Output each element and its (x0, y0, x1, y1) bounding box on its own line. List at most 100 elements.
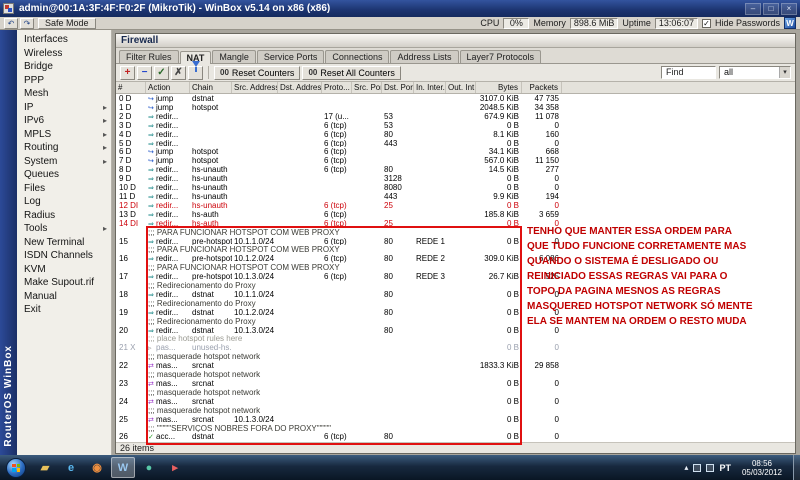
filter-dropdown[interactable]: all ▾ (719, 66, 791, 79)
undo-icon[interactable]: ↶ (4, 17, 18, 29)
comment-row[interactable]: ;;; masquerade hotspot network (116, 352, 795, 361)
nat-rule-row[interactable]: 4 D ⇒ redir... 6 (tcp) 80 8.1 KiB 160 (116, 130, 795, 139)
find-button[interactable]: Find (661, 66, 716, 79)
chevron-down-icon[interactable]: ▾ (779, 67, 790, 78)
column-header-action[interactable]: Action (146, 82, 190, 93)
sidebar-item-exit[interactable]: Exit (17, 303, 111, 317)
start-button[interactable] (6, 457, 26, 478)
safe-mode-button[interactable]: Safe Mode (38, 17, 96, 29)
sidebar-item-make-supout-rif[interactable]: Make Supout.rif (17, 276, 111, 290)
firewall-window-title[interactable]: Firewall (116, 34, 795, 48)
comment-row[interactable]: ;;; masquerade hotspot network (116, 370, 795, 379)
sidebar-item-isdn-channels[interactable]: ISDN Channels (17, 249, 111, 263)
sidebar-item-interfaces[interactable]: Interfaces (17, 33, 111, 47)
nat-rule-row[interactable]: 12 DI ⇒ redir... hs-unauth 6 (tcp) 25 0 B0 (116, 201, 795, 210)
column-header-out-int[interactable]: Out. Int... (446, 82, 476, 93)
nat-rule-row[interactable]: 11 D ⇒ redir... hs-unauth 443 9.9 KiB 194 (116, 192, 795, 201)
nat-rule-row[interactable]: 8 D ⇒ redir... hs-unauth 6 (tcp) 80 14.5 KiB 27… (116, 165, 795, 174)
enable-rule-button[interactable]: ✓ (154, 65, 169, 80)
redo-icon[interactable]: ↷ (20, 17, 34, 29)
sidebar-item-mesh[interactable]: Mesh (17, 87, 111, 101)
sidebar-item-kvm[interactable]: KVM (17, 263, 111, 277)
nat-rule-row[interactable]: 2 D ⇒ redir... 17 (u... 53 674.9 KiB 11 078 (116, 112, 795, 121)
network-icon[interactable] (706, 463, 715, 472)
sidebar-item-manual[interactable]: Manual (17, 290, 111, 304)
sidebar-item-log[interactable]: Log (17, 195, 111, 209)
language-indicator[interactable]: PT (719, 463, 731, 473)
nat-rule-row[interactable]: 3 D ⇒ redir... 6 (tcp) 53 0 B 0 (116, 121, 795, 130)
nat-rule-row[interactable]: 9 D ⇒ redir... hs-unauth 3128 0 B0 (116, 174, 795, 183)
nat-rule-row[interactable]: 25 ⇄ mas... srcnat 10.1.3.0/24 0 B0 (116, 415, 795, 424)
sidebar-item-bridge[interactable]: Bridge (17, 60, 111, 74)
comment-row[interactable]: ;;; masquerade hotspot network (116, 406, 795, 415)
disable-rule-button[interactable]: ✗ (171, 65, 186, 80)
action-center-icon[interactable] (693, 463, 702, 472)
tab-filter-rules[interactable]: Filter Rules (119, 50, 179, 63)
close-button[interactable]: × (781, 2, 797, 15)
column-header-src-port[interactable]: Src. Port (352, 82, 382, 93)
sidebar-item-ip[interactable]: IP ▸ (17, 101, 111, 115)
cell: 8080 (384, 183, 402, 192)
sidebar-item-files[interactable]: Files (17, 182, 111, 196)
column-header-in-inter[interactable]: In. Inter... (414, 82, 446, 93)
nat-rule-row[interactable]: 21 X ▹ pas... unused-hs... 0 B 0 (116, 343, 795, 352)
hidden-icons-arrow-icon[interactable]: ▴ (684, 463, 688, 472)
show-desktop-button[interactable] (793, 455, 800, 480)
sidebar-item-ppp[interactable]: PPP (17, 74, 111, 88)
column-header-bytes[interactable]: Bytes (476, 82, 522, 93)
maximize-button[interactable]: □ (763, 2, 779, 15)
minimize-button[interactable]: – (745, 2, 761, 15)
nat-rule-row[interactable]: 7 D ↪ jump hotspot 6 (tcp) 567.0 KiB 11 150 (116, 156, 795, 165)
comment-row[interactable]: ;;; place hotspot rules here (116, 334, 795, 344)
winbox-icon[interactable]: W (111, 457, 135, 478)
hide-passwords-checkbox[interactable]: ✓ (701, 18, 711, 28)
tab-address-lists[interactable]: Address Lists (390, 50, 459, 63)
sidebar-item-tools[interactable]: Tools ▸ (17, 222, 111, 236)
nat-rule-row[interactable]: 1 D ↪ jump hotspot 2048.5 KiB 34 358 (116, 103, 795, 112)
remove-rule-button[interactable]: − (137, 65, 152, 80)
sidebar-item-mpls[interactable]: MPLS ▸ (17, 128, 111, 142)
sidebar-item-ipv6[interactable]: IPv6 ▸ (17, 114, 111, 128)
filter-button[interactable] (188, 60, 203, 80)
annotation-line: REINICIADO ESSAS REGRAS VAI PARA O (527, 271, 728, 282)
tab-layer7-protocols[interactable]: Layer7 Protocols (459, 50, 542, 63)
reset-all-counters-button[interactable]: 00 Reset All Counters (302, 65, 401, 80)
sidebar-item-routing[interactable]: Routing ▸ (17, 141, 111, 155)
tab-mangle[interactable]: Mangle (212, 50, 256, 63)
internet-explorer-icon[interactable]: e (59, 457, 83, 478)
nat-rule-row[interactable]: 13 D ⇒ redir... hs-auth 6 (tcp) 185.8 KiB 3 65… (116, 210, 795, 219)
reset-counters-button[interactable]: 00 Reset Counters (214, 65, 301, 80)
column-header-src-address[interactable]: Src. Address (232, 82, 278, 93)
nat-rule-row[interactable]: 22 ⇄ mas... srcnat 1833.3 KiB 29 858 (116, 361, 795, 370)
comment-row[interactable]: ;;; """""SERVIÇOS NOBRES FORA DO PROXY""… (116, 424, 795, 433)
media-player-icon[interactable]: ◉ (85, 457, 109, 478)
column-header-chain[interactable]: Chain (190, 82, 232, 93)
tab-service-ports[interactable]: Service Ports (256, 50, 325, 63)
add-rule-button[interactable]: + (120, 65, 135, 80)
sidebar-item-queues[interactable]: Queues (17, 168, 111, 182)
folder-icon[interactable]: ▰ (33, 457, 57, 478)
nat-rule-row[interactable]: 23 ⇄ mas... srcnat 0 B0 (116, 379, 795, 388)
nat-rule-row[interactable]: 0 D ↪ jump dstnat 3107.0 KiB 47 735 (116, 94, 795, 103)
sidebar-item-radius[interactable]: Radius (17, 209, 111, 223)
column-header-dst-address[interactable]: Dst. Address (278, 82, 322, 93)
player-icon[interactable]: ▸ (163, 457, 187, 478)
column-header-proto[interactable]: Proto... (322, 82, 352, 93)
comment-row[interactable]: ;;; masquerade hotspot network (116, 388, 795, 397)
nat-rule-row[interactable]: 5 D ⇒ redir... 6 (tcp) 443 0 B 0 (116, 139, 795, 148)
column-header-[interactable]: # (116, 82, 146, 93)
sidebar-item-system[interactable]: System ▸ (17, 155, 111, 169)
sidebar-item-label: Routing (24, 142, 59, 154)
sidebar-item-new-terminal[interactable]: New Terminal (17, 236, 111, 250)
globe-icon[interactable]: ● (137, 457, 161, 478)
tab-connections[interactable]: Connections (325, 50, 390, 63)
column-header-dst-port[interactable]: Dst. Port (382, 82, 414, 93)
nat-rule-row[interactable]: 6 D ↪ jump hotspot 6 (tcp) 34.1 KiB 668 (116, 147, 795, 156)
nat-rule-row[interactable]: 10 D ⇒ redir... hs-unauth 8080 0 B0 (116, 183, 795, 192)
clock[interactable]: 08:56 05/03/2012 (742, 459, 782, 477)
nat-rule-row[interactable]: 24 ⇄ mas... srcnat 0 B0 (116, 397, 795, 406)
sidebar-item-wireless[interactable]: Wireless (17, 47, 111, 61)
column-header-packets[interactable]: Packets (522, 82, 562, 93)
nat-rule-row[interactable]: 26 ✓ acc... dstnat 6 (tcp) 80 0 B0 (116, 432, 795, 441)
cell: 0 B (506, 200, 519, 210)
